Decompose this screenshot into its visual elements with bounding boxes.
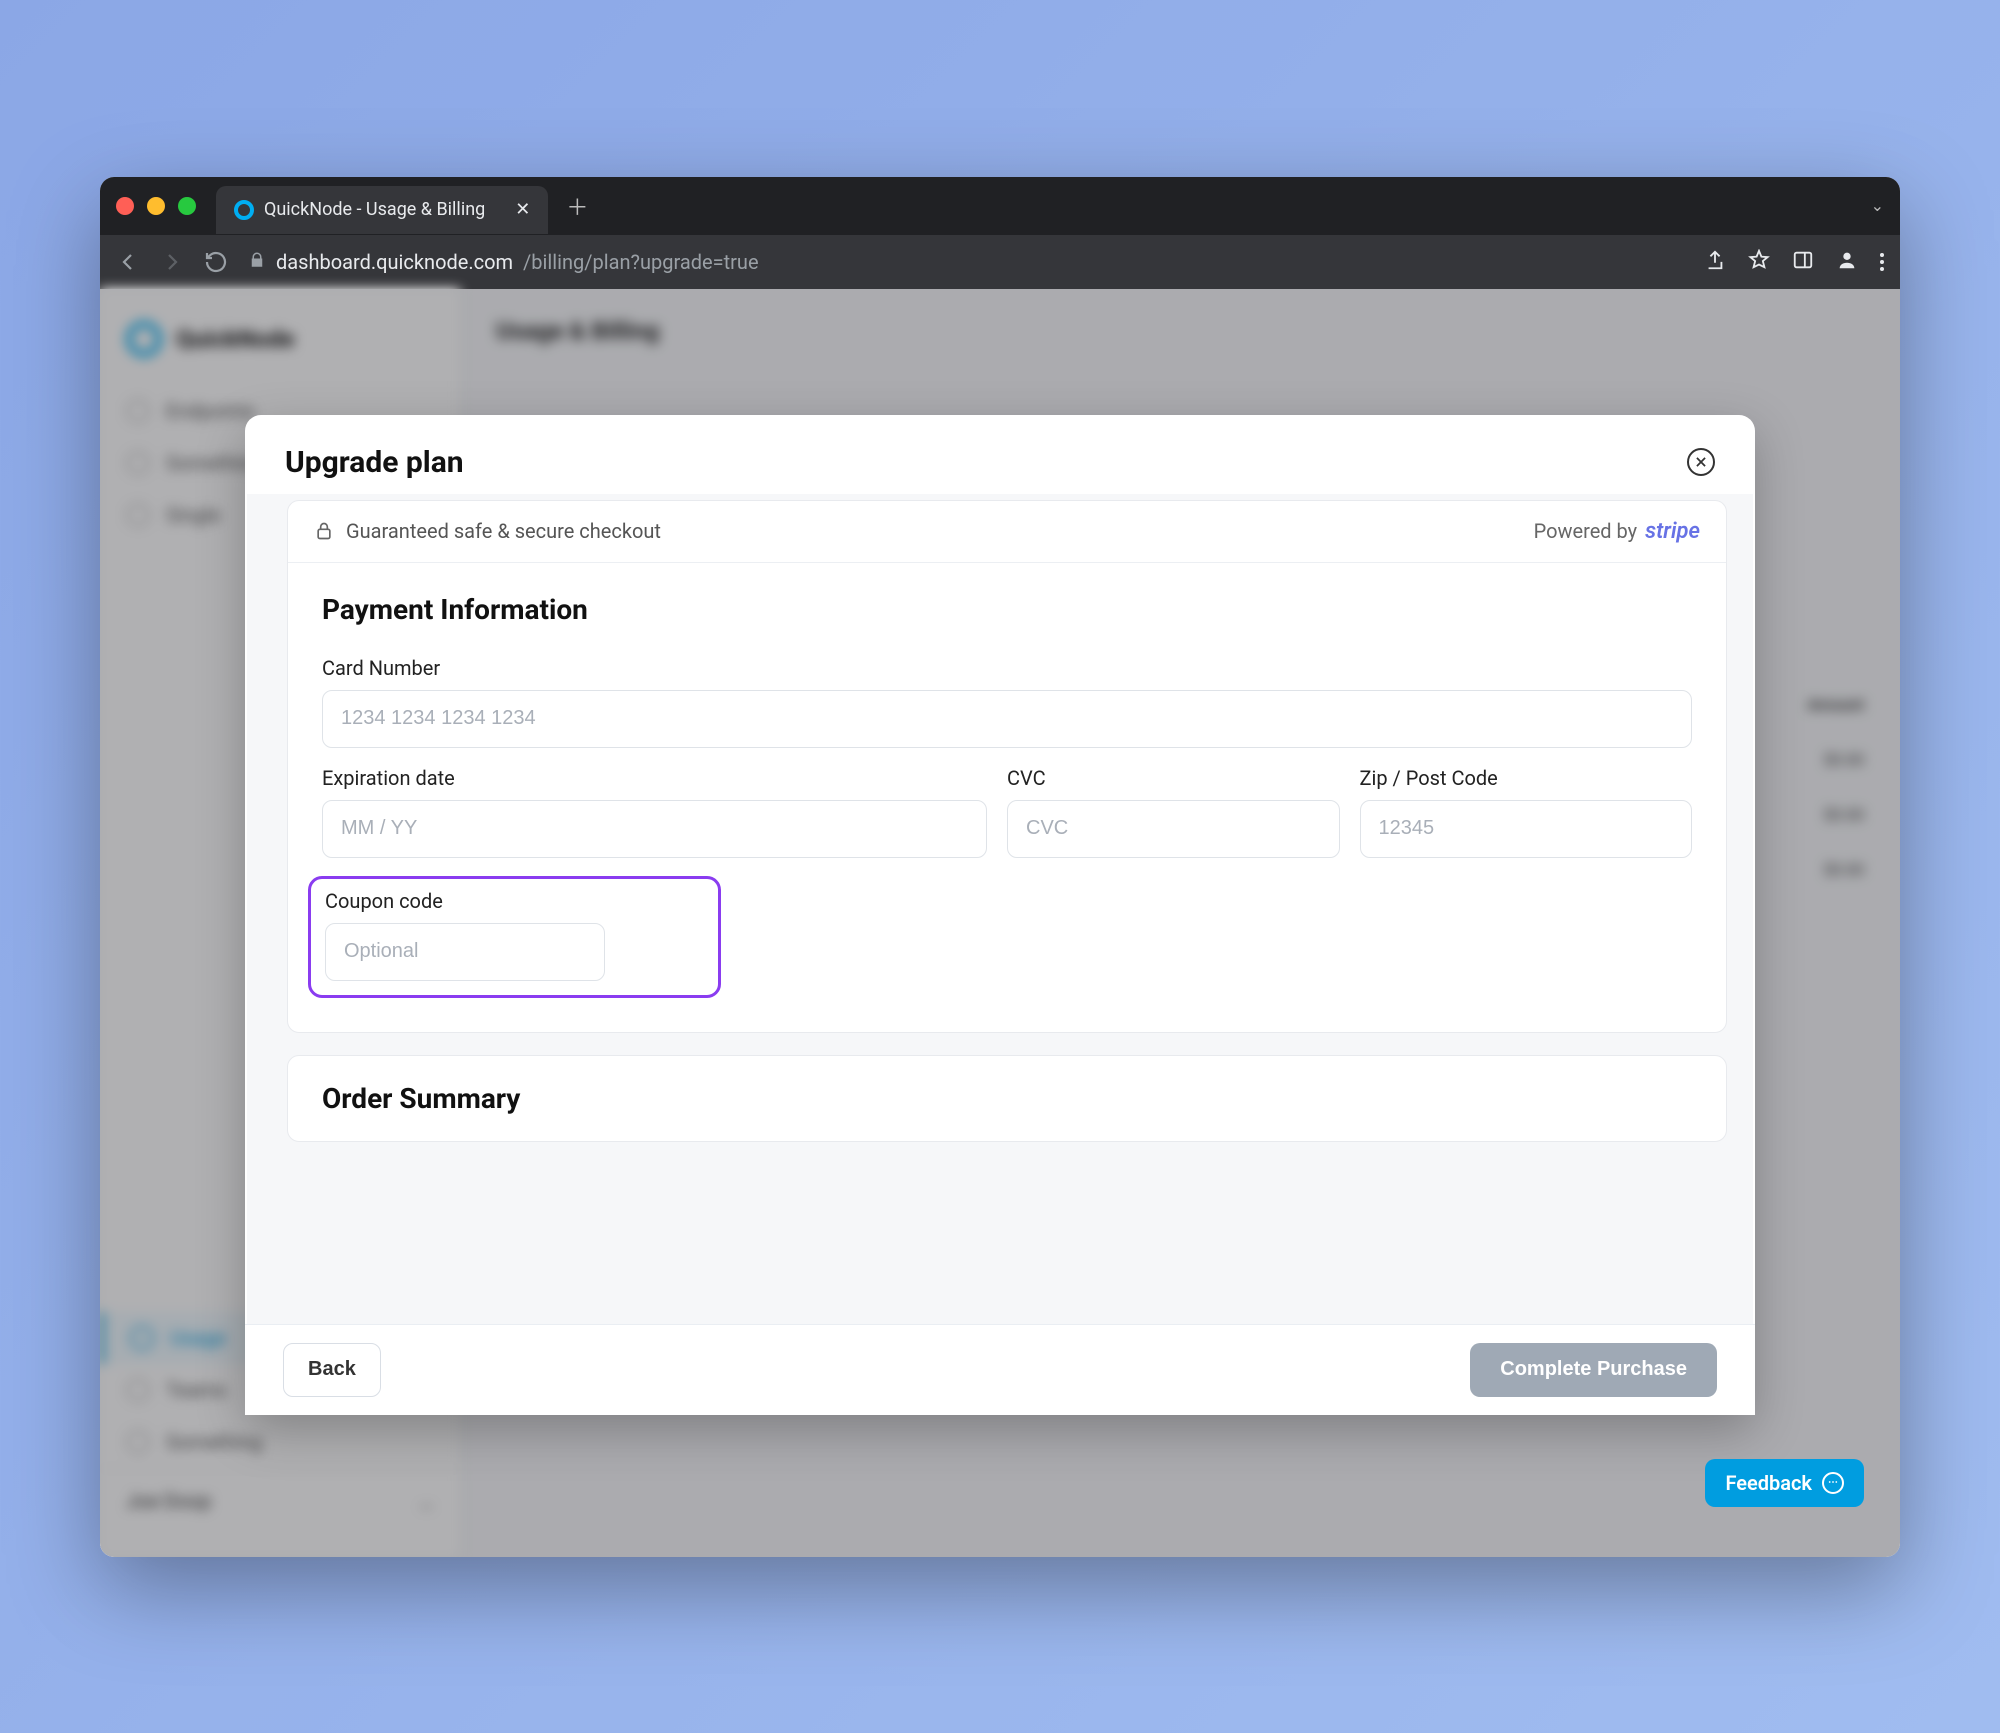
coupon-label: Coupon code (325, 889, 704, 913)
coupon-input[interactable] (325, 923, 605, 981)
card-number-label: Card Number (322, 656, 1692, 680)
cvc-input[interactable] (1007, 800, 1340, 858)
browser-right-icons (1704, 249, 1884, 275)
chat-bubble-icon: ⋯ (1822, 1472, 1844, 1494)
lock-icon (314, 521, 334, 541)
kebab-menu-icon[interactable] (1880, 253, 1884, 271)
window-close-icon[interactable] (116, 197, 134, 215)
upgrade-plan-modal: Upgrade plan Guaranteed safe & secure ch… (245, 415, 1755, 1415)
feedback-label: Feedback (1725, 1471, 1812, 1495)
browser-tab-strip: QuickNode - Usage & Billing ✕ ＋ ⌄ (100, 177, 1900, 235)
tab-overflow-icon[interactable]: ⌄ (1871, 196, 1884, 215)
modal-header: Upgrade plan (245, 415, 1755, 494)
browser-window: QuickNode - Usage & Billing ✕ ＋ ⌄ dashbo… (100, 177, 1900, 1557)
coupon-highlight: Coupon code (308, 876, 721, 998)
modal-title: Upgrade plan (285, 445, 464, 480)
lock-icon (248, 250, 266, 274)
tab-title: QuickNode - Usage & Billing (264, 199, 485, 220)
feedback-button[interactable]: Feedback ⋯ (1705, 1459, 1864, 1507)
browser-address-bar: dashboard.quicknode.com/billing/plan?upg… (100, 235, 1900, 289)
order-summary-title: Order Summary (322, 1082, 1692, 1115)
secure-checkout-text: Guaranteed safe & secure checkout (346, 519, 661, 543)
complete-purchase-button[interactable]: Complete Purchase (1470, 1343, 1717, 1397)
quicknode-favicon-icon (234, 200, 254, 220)
powered-by-label: Powered by (1534, 519, 1638, 543)
url-field[interactable]: dashboard.quicknode.com/billing/plan?upg… (248, 250, 1684, 274)
forward-icon[interactable] (160, 250, 184, 274)
zip-label: Zip / Post Code (1360, 766, 1693, 790)
profile-icon[interactable] (1836, 249, 1858, 275)
back-button[interactable]: Back (283, 1343, 381, 1397)
new-tab-button[interactable]: ＋ (566, 190, 588, 222)
payment-section-title: Payment Information (322, 593, 1692, 626)
expiration-input[interactable] (322, 800, 987, 858)
url-path: /billing/plan?upgrade=true (523, 250, 759, 274)
zip-input[interactable] (1360, 800, 1693, 858)
window-traffic-lights (116, 197, 196, 215)
window-minimize-icon[interactable] (147, 197, 165, 215)
modal-footer: Back Complete Purchase (245, 1324, 1755, 1415)
payment-card: Guaranteed safe & secure checkout Powere… (287, 500, 1727, 1033)
stripe-logo-icon: stripe (1645, 519, 1700, 544)
modal-overlay: Upgrade plan Guaranteed safe & secure ch… (100, 289, 1900, 1557)
cvc-label: CVC (1007, 766, 1340, 790)
share-icon[interactable] (1704, 249, 1726, 275)
card-number-input[interactable] (322, 690, 1692, 748)
panel-icon[interactable] (1792, 249, 1814, 275)
reload-icon[interactable] (204, 250, 228, 274)
powered-by: Powered by stripe (1534, 519, 1700, 544)
secure-strip: Guaranteed safe & secure checkout Powere… (288, 501, 1726, 563)
order-summary-card: Order Summary (287, 1055, 1727, 1142)
expiration-label: Expiration date (322, 766, 987, 790)
browser-tab[interactable]: QuickNode - Usage & Billing ✕ (216, 186, 548, 234)
bookmark-star-icon[interactable] (1748, 249, 1770, 275)
close-icon (1694, 455, 1708, 469)
window-fullscreen-icon[interactable] (178, 197, 196, 215)
modal-close-button[interactable] (1687, 448, 1715, 476)
url-domain: dashboard.quicknode.com (276, 250, 513, 274)
back-icon[interactable] (116, 250, 140, 274)
modal-scroll-area[interactable]: Guaranteed safe & secure checkout Powere… (247, 494, 1753, 1324)
tab-close-icon[interactable]: ✕ (515, 199, 530, 220)
